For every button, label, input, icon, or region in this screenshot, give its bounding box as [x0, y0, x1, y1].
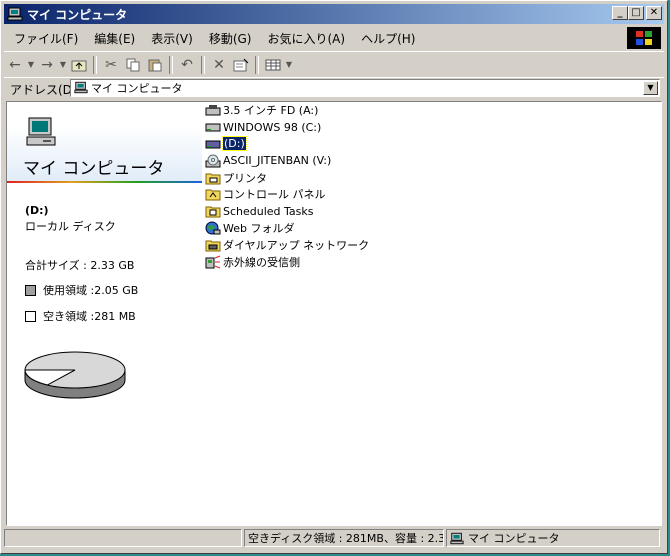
toolbar-separator [169, 55, 173, 74]
menu-edit[interactable]: 編集(E) [88, 30, 141, 47]
menu-file[interactable]: ファイル(F) [8, 30, 84, 47]
my-computer-icon [450, 532, 464, 545]
status-free-space: 空きディスク領域 : 281MB、容量 : 2.33 [244, 529, 444, 547]
list-item-d-drive[interactable]: (D:) [205, 136, 369, 153]
undo-icon[interactable]: ↶ [176, 55, 198, 75]
toolbar-separator [201, 55, 205, 74]
copy-icon[interactable] [122, 55, 144, 75]
list-item-label: プリンタ [223, 171, 267, 185]
title-bar[interactable]: マイ コンピュータ _ □ ✕ [4, 4, 664, 24]
toolbar-separator [93, 55, 97, 74]
list-item-printers[interactable]: プリンタ [205, 169, 369, 186]
selected-drive-name: (D:) [25, 204, 49, 217]
floppy-drive-icon [205, 103, 221, 117]
delete-icon[interactable]: ✕ [208, 55, 230, 75]
drive-list: 3.5 インチ FD (A:) WINDOWS 98 (C:) (D:) ASC… [205, 102, 369, 270]
list-item-label: コントロール パネル [223, 188, 326, 202]
properties-icon[interactable] [230, 55, 252, 75]
status-location-label: マイ コンピュータ [468, 532, 560, 545]
address-value: マイ コンピュータ [91, 82, 183, 95]
total-size: 合計サイズ : 2.33 GB [25, 259, 135, 272]
list-item-infrared[interactable]: 赤外線の受信側 [205, 253, 369, 270]
windows-logo-icon [627, 27, 661, 49]
list-item-label: ASCII_JITENBAN (V:) [223, 154, 332, 168]
explorer-window: マイ コンピュータ _ □ ✕ ファイル(F) 編集(E) 表示(V) 移動(G… [0, 0, 668, 554]
menu-help[interactable]: ヘルプ(H) [355, 30, 421, 47]
toolbar-separator [255, 55, 259, 74]
used-space-label: 使用領域 :2.05 GB [43, 284, 139, 297]
standard-toolbar: ← ▼ → ▼ ✂ ↶ ✕ ▼ [4, 51, 664, 77]
hard-drive-icon [205, 120, 221, 134]
hard-drive-icon [205, 137, 221, 151]
free-space-row: 空き領域 :281 MB [25, 308, 136, 324]
title-divider [7, 181, 202, 183]
forward-arrow-icon[interactable]: → [36, 55, 58, 75]
list-item-label: 赤外線の受信側 [223, 255, 300, 269]
list-item-c-drive[interactable]: WINDOWS 98 (C:) [205, 119, 369, 136]
status-panel-empty [4, 529, 242, 547]
list-item-label: Web フォルダ [223, 221, 295, 235]
used-space-row: 使用領域 :2.05 GB [25, 282, 138, 298]
up-folder-icon[interactable] [68, 55, 90, 75]
cut-icon[interactable]: ✂ [100, 55, 122, 75]
list-item-cd-drive[interactable]: ASCII_JITENBAN (V:) [205, 152, 369, 169]
forward-dropdown-icon[interactable]: ▼ [58, 55, 68, 75]
my-computer-icon [74, 81, 88, 97]
dialup-networking-icon [205, 238, 221, 252]
window-title: マイ コンピュータ [27, 7, 128, 22]
address-bar: アドレス(D) マイ コンピュータ ▼ [4, 77, 664, 100]
list-item-label: 3.5 インチ FD (A:) [223, 104, 319, 118]
minimize-button[interactable]: _ [612, 6, 628, 20]
views-icon[interactable] [262, 55, 284, 75]
address-dropdown-icon[interactable]: ▼ [643, 81, 658, 95]
info-pane: マイ コンピュータ (D:) ローカル ディスク 合計サイズ : 2.33 GB… [7, 102, 202, 525]
menu-favorites[interactable]: お気に入り(A) [261, 30, 351, 47]
list-item-control-panel[interactable]: コントロール パネル [205, 186, 369, 203]
back-arrow-icon[interactable]: ← [4, 55, 26, 75]
info-pane-header: マイ コンピュータ [7, 102, 202, 182]
control-panel-folder-icon [205, 187, 221, 201]
maximize-button[interactable]: □ [628, 6, 644, 20]
close-button[interactable]: ✕ [646, 6, 662, 20]
list-item-scheduled-tasks[interactable]: Scheduled Tasks [205, 203, 369, 220]
free-space-label: 空き領域 :281 MB [43, 310, 136, 323]
scheduled-tasks-folder-icon [205, 204, 221, 218]
list-item-floppy[interactable]: 3.5 インチ FD (A:) [205, 102, 369, 119]
list-item-web-folders[interactable]: Web フォルダ [205, 220, 369, 237]
address-input[interactable]: マイ コンピュータ ▼ [70, 79, 660, 97]
menu-view[interactable]: 表示(V) [145, 30, 199, 47]
free-space-swatch [25, 310, 36, 322]
list-item-label: Scheduled Tasks [223, 204, 314, 218]
my-computer-large-icon [25, 116, 57, 148]
used-space-swatch [25, 284, 36, 296]
content-area: マイ コンピュータ (D:) ローカル ディスク 合計サイズ : 2.33 GB… [6, 101, 662, 526]
back-dropdown-icon[interactable]: ▼ [26, 55, 36, 75]
views-dropdown-icon[interactable]: ▼ [284, 55, 294, 75]
list-item-label: (D:) [222, 136, 247, 152]
printers-folder-icon [205, 171, 221, 185]
cd-drive-icon [205, 154, 221, 168]
status-location: マイ コンピュータ [446, 529, 660, 547]
paste-icon[interactable] [144, 55, 166, 75]
menu-bar: ファイル(F) 編集(E) 表示(V) 移動(G) お気に入り(A) ヘルプ(H… [4, 27, 604, 49]
list-item-label: ダイヤルアップ ネットワーク [223, 238, 370, 252]
list-item-dialup[interactable]: ダイヤルアップ ネットワーク [205, 236, 369, 253]
menu-go[interactable]: 移動(G) [203, 30, 258, 47]
pane-title: マイ コンピュータ [23, 159, 165, 179]
web-folders-icon [205, 221, 221, 235]
status-bar: 空きディスク領域 : 281MB、容量 : 2.33 マイ コンピュータ [4, 529, 664, 549]
infrared-recipient-icon [205, 255, 221, 269]
disk-usage-pie [24, 351, 126, 399]
selected-drive-type: ローカル ディスク [25, 220, 116, 233]
my-computer-icon [7, 7, 23, 21]
list-item-label: WINDOWS 98 (C:) [223, 120, 322, 134]
